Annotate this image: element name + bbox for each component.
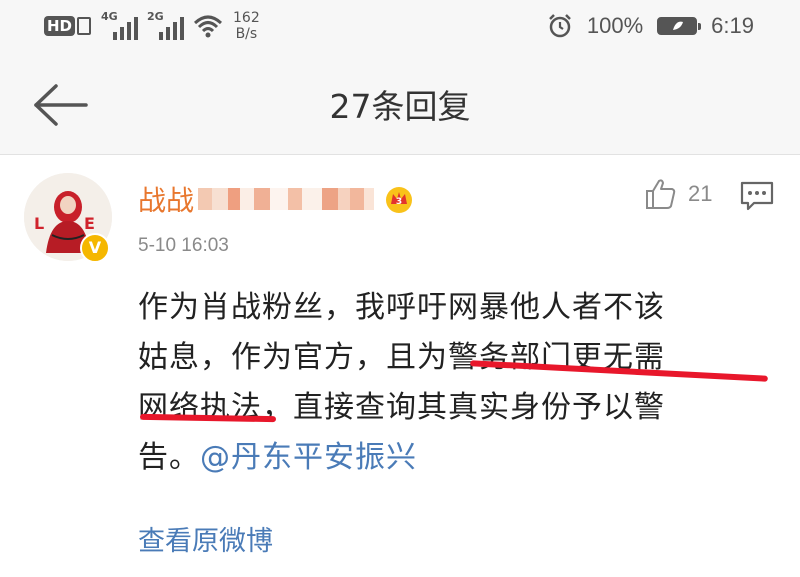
wifi-icon <box>193 15 223 38</box>
svg-text:E: E <box>84 214 95 233</box>
signal-icon: 4G <box>101 10 139 40</box>
header-bar: 27条回复 <box>0 52 800 155</box>
comment-icon[interactable] <box>740 181 774 211</box>
comment-line: 姑息，作为官方，且为警务部门更无需 <box>138 333 768 383</box>
username[interactable]: 战战 3 <box>138 179 414 219</box>
comment-text: 告。 <box>138 440 200 475</box>
comment-line: 网络执法，直接查询其真实身份予以警 <box>138 383 768 433</box>
hd-label: HD <box>44 16 76 36</box>
verified-v-icon: V <box>80 233 110 263</box>
comment-text: 姑息，作为官方，且为 <box>138 340 448 375</box>
battery-icon <box>657 17 702 35</box>
comment-timestamp: 5-10 16:03 <box>138 235 229 256</box>
signal-icon: 2G <box>147 10 185 40</box>
svg-text:3: 3 <box>396 197 402 207</box>
comment-text: 作为肖战粉丝，我呼吁网暴他人者不该 <box>138 290 665 325</box>
mention-link[interactable]: @丹东平安振兴 <box>200 440 417 475</box>
highlighted-text: 网络执法 <box>138 390 262 425</box>
comment-text: ，直接查询其真实身份予以警 <box>262 390 665 425</box>
hd-icon: HD <box>44 16 92 36</box>
clock-time: 6:19 <box>711 13 754 38</box>
status-bar: HD 4G 2G 162 B/s 100% 6:19 <box>0 0 800 52</box>
speed-unit: B/s <box>235 26 258 42</box>
battery-percent: 100% <box>586 13 644 38</box>
svg-text:L: L <box>34 214 44 233</box>
comment-line: 作为肖战粉丝，我呼吁网暴他人者不该 <box>138 283 768 333</box>
hd-volte-icon <box>77 17 92 35</box>
speed-value: 162 <box>233 10 260 26</box>
alarm-icon <box>549 14 571 38</box>
comment-body: 作为肖战粉丝，我呼吁网暴他人者不该 姑息，作为官方，且为警务部门更无需 网络执法… <box>138 283 768 483</box>
page-title: 27条回复 <box>329 87 471 126</box>
username-text: 战战 <box>138 184 195 217</box>
like-button[interactable]: 21 <box>644 177 712 211</box>
comment-line: 告。@丹东平安振兴 <box>138 433 768 483</box>
highlighted-text: 警务部门更无需 <box>448 340 665 375</box>
like-count: 21 <box>688 181 713 206</box>
crown-icon: 3 <box>386 187 413 213</box>
view-original-link[interactable]: 查看原微博 <box>138 519 273 558</box>
status-bar-left: HD 4G 2G 162 B/s <box>44 8 260 44</box>
thumbs-up-icon <box>646 179 676 209</box>
comment-item: L E V 战战 3 5-10 16:03 21 作为肖战粉丝，我呼吁网暴他人者… <box>0 155 800 577</box>
network-speed: 162 B/s <box>233 10 260 42</box>
username-mosaic <box>198 188 375 210</box>
status-bar-right: 100% 6:19 <box>547 8 754 44</box>
